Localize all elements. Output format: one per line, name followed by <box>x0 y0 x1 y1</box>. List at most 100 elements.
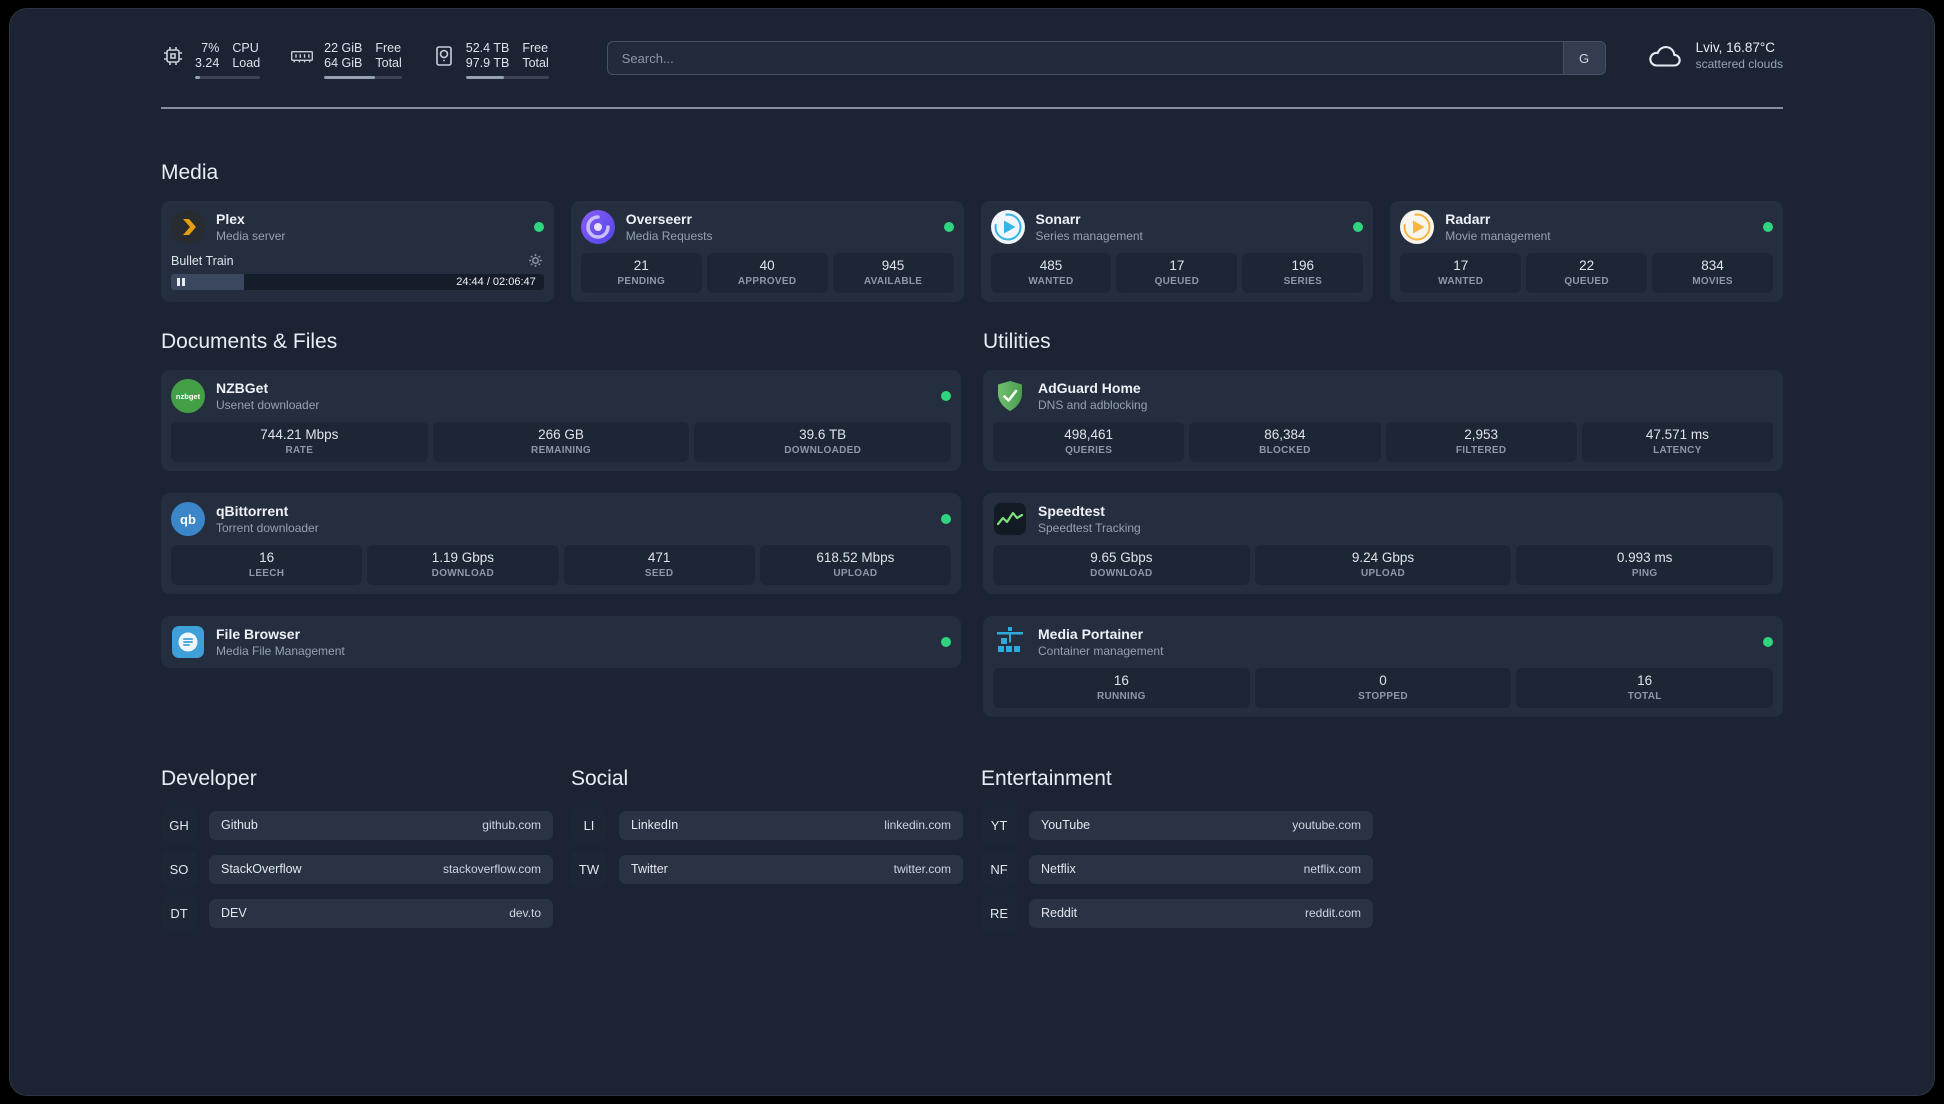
stat-label: WANTED <box>1028 276 1074 287</box>
dashboard-content: 7% CPU 3.24 Load 22 GiB Free 64 GiB Tota… <box>161 9 1783 985</box>
qbittorrent-icon: qb <box>171 502 205 536</box>
memory-total-value: 64 GiB <box>324 56 363 70</box>
bookmark-group-developer: Developer GH Github github.com SO StackO… <box>161 767 553 939</box>
service-card-overseerr[interactable]: Overseerr Media Requests 21 PENDING 40 A… <box>570 201 964 302</box>
search-input[interactable] <box>607 42 1563 74</box>
sonarr-icon <box>990 210 1025 244</box>
status-dot <box>943 222 954 232</box>
stat-tile: 471 SEED <box>563 545 755 585</box>
stat-value: 17 <box>1169 258 1185 273</box>
memory-free-label: Free <box>375 41 402 55</box>
radarr-icon <box>1400 210 1435 244</box>
service-card-plex[interactable]: Plex Media server Bullet Train 24:44 / 0… <box>161 201 554 302</box>
service-card-adguard[interactable]: AdGuard Home DNS and adblocking 498,461 … <box>983 370 1783 471</box>
bookmark-youtube[interactable]: YT YouTube youtube.com <box>981 807 1373 843</box>
service-name: Speedtest <box>1038 503 1105 519</box>
service-description: Media Requests <box>625 229 713 243</box>
service-card-filebrowser[interactable]: File Browser Media File Management <box>161 616 961 668</box>
stat-label: LEECH <box>248 568 285 579</box>
stat-tile: 485 WANTED <box>990 253 1112 293</box>
gear-icon[interactable] <box>527 252 544 269</box>
service-description: Container management <box>1038 644 1164 658</box>
stat-value: 266 GB <box>538 427 584 442</box>
stat-label: BLOCKED <box>1259 445 1311 456</box>
status-dot <box>941 391 951 401</box>
service-card-nzbget[interactable]: nzbget NZBGet Usenet downloader 744.21 M… <box>161 370 961 471</box>
stat-label: DOWNLOAD <box>1090 568 1153 579</box>
service-name: Plex <box>216 211 245 227</box>
stat-label: WANTED <box>1438 276 1484 287</box>
nzbget-icon: nzbget <box>171 379 205 413</box>
service-description: Usenet downloader <box>216 398 320 412</box>
bookmark-abbr: GH <box>161 807 197 843</box>
bookmarks-area: Developer GH Github github.com SO StackO… <box>161 767 1783 985</box>
section-title-social: Social <box>571 767 629 790</box>
stat-label: TOTAL <box>1627 691 1662 702</box>
stat-value: 16 <box>259 550 275 565</box>
stat-label: RATE <box>285 445 314 456</box>
stat-tile: 9.24 Gbps UPLOAD <box>1254 545 1512 585</box>
bookmark-github[interactable]: GH Github github.com <box>161 807 553 843</box>
stat-value: 0.993 ms <box>1616 550 1673 565</box>
bookmark-linkedin[interactable]: LI LinkedIn linkedin.com <box>571 807 963 843</box>
memory-widget: 22 GiB Free 64 GiB Total <box>290 41 402 79</box>
bookmark-url: netflix.com <box>1303 862 1361 876</box>
service-name: NZBGet <box>216 380 269 396</box>
service-name: Radarr <box>1445 211 1491 227</box>
stat-tile: 39.6 TB DOWNLOADED <box>694 422 952 462</box>
disk-progress-bar <box>465 76 549 79</box>
stat-label: UPLOAD <box>1360 568 1406 579</box>
bookmark-url: twitter.com <box>893 862 951 876</box>
bookmark-name: Github <box>221 818 258 832</box>
status-dot <box>1763 222 1773 232</box>
playback-progress-bar[interactable]: 24:44 / 02:06:47 <box>171 274 544 290</box>
service-card-portainer[interactable]: Media Portainer Container management 16 … <box>983 616 1783 717</box>
status-dot <box>941 637 951 647</box>
bookmark-abbr: TW <box>571 851 607 887</box>
bookmark-url: dev.to <box>509 906 541 920</box>
media-grid: Plex Media server Bullet Train 24:44 / 0… <box>161 201 1783 302</box>
stat-label: REMAINING <box>531 445 591 456</box>
status-dot <box>1763 637 1773 647</box>
stat-value: 16 <box>1637 673 1653 688</box>
bookmark-abbr: SO <box>161 851 197 887</box>
service-card-speedtest[interactable]: Speedtest Speedtest Tracking 9.65 Gbps D… <box>983 493 1783 594</box>
service-name: Overseerr <box>625 211 692 227</box>
track-title: Bullet Train <box>171 253 234 268</box>
bookmark-dev[interactable]: DT DEV dev.to <box>161 895 553 931</box>
search-provider-button[interactable]: G <box>1562 42 1605 74</box>
bookmark-reddit[interactable]: RE Reddit reddit.com <box>981 895 1373 931</box>
stat-label: QUEUED <box>1154 276 1200 287</box>
service-card-radarr[interactable]: Radarr Movie management 17 WANTED 22 QUE… <box>1390 201 1783 302</box>
stat-tile: 16 TOTAL <box>1516 668 1774 708</box>
stat-value: 1.19 Gbps <box>431 550 495 565</box>
stat-value: 9.24 Gbps <box>1351 550 1415 565</box>
adguard-icon <box>993 379 1027 413</box>
weather-location: Lviv, 16.87°C <box>1695 40 1776 55</box>
pause-button[interactable] <box>177 278 185 286</box>
search-bar: G <box>606 41 1606 75</box>
stat-label: APPROVED <box>737 276 797 287</box>
bookmark-netflix[interactable]: NF Netflix netflix.com <box>981 851 1373 887</box>
stat-value: 196 <box>1291 258 1315 273</box>
bookmark-twitter[interactable]: TW Twitter twitter.com <box>571 851 963 887</box>
bookmark-stackoverflow[interactable]: SO StackOverflow stackoverflow.com <box>161 851 553 887</box>
bookmark-group-empty <box>1391 767 1783 939</box>
bookmark-url: reddit.com <box>1304 906 1361 920</box>
stat-label: LATENCY <box>1653 445 1702 456</box>
status-dot <box>533 222 544 232</box>
disk-free-value: 52.4 TB <box>465 41 510 55</box>
stat-tile: 498,461 QUERIES <box>993 422 1185 462</box>
memory-progress-fill <box>324 76 376 79</box>
stat-label: PENDING <box>617 276 666 287</box>
service-description: Media File Management <box>216 644 345 658</box>
bookmark-url: linkedin.com <box>884 818 951 832</box>
stat-tile: 1.19 Gbps DOWNLOAD <box>367 545 559 585</box>
dashboard-frame: 7% CPU 3.24 Load 22 GiB Free 64 GiB Tota… <box>9 8 1935 1096</box>
stat-label: SEED <box>644 568 674 579</box>
stat-value: 21 <box>633 258 649 273</box>
bookmark-name: LinkedIn <box>631 818 679 832</box>
stat-tile: 196 SERIES <box>1242 253 1364 293</box>
service-card-qbittorrent[interactable]: qb qBittorrent Torrent downloader 16 LEE… <box>161 493 961 594</box>
service-card-sonarr[interactable]: Sonarr Series management 485 WANTED 17 Q… <box>980 201 1374 302</box>
